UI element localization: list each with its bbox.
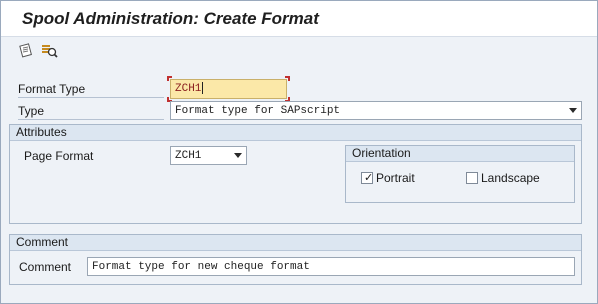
- portrait-checkbox[interactable]: ✓: [361, 172, 373, 184]
- other-object-icon[interactable]: [17, 42, 35, 60]
- page-format-value: ZCH1: [175, 150, 202, 162]
- title-bar: Spool Administration: Create Format: [1, 1, 597, 37]
- page-format-dropdown[interactable]: ZCH1: [170, 146, 247, 165]
- chevron-down-icon: [234, 153, 242, 158]
- attributes-group-header: Attributes: [10, 125, 581, 141]
- application-toolbar: [1, 37, 597, 69]
- text-cursor: [202, 82, 204, 95]
- focus-corner-tl: [167, 76, 172, 81]
- comment-group-header: Comment: [10, 235, 581, 251]
- format-type-label: Format Type: [18, 81, 164, 98]
- comment-group: Comment Comment Format type for new cheq…: [9, 234, 582, 285]
- chevron-down-icon: [569, 108, 577, 113]
- type-dropdown-value: Format type for SAPscript: [175, 105, 341, 117]
- landscape-checkbox[interactable]: [466, 172, 478, 184]
- attributes-group: Attributes Page Format ZCH1 Orientation …: [9, 124, 582, 224]
- checkmark-icon: ✓: [364, 172, 374, 184]
- format-type-input[interactable]: ZCH1: [170, 79, 287, 99]
- orientation-group-header: Orientation: [346, 146, 574, 162]
- portrait-label: Portrait: [376, 171, 415, 185]
- comment-label: Comment: [19, 260, 72, 274]
- orientation-group: Orientation ✓ Portrait Landscape: [345, 145, 575, 203]
- type-label: Type: [18, 103, 164, 120]
- comment-value: Format type for new cheque format: [92, 261, 310, 273]
- sap-window: Spool Administration: Create Format Form…: [0, 0, 598, 304]
- type-dropdown[interactable]: Format type for SAPscript: [170, 101, 582, 120]
- display-object-icon[interactable]: [41, 42, 59, 60]
- focus-corner-tr: [285, 76, 290, 81]
- format-type-value: ZCH1: [175, 83, 202, 95]
- landscape-label: Landscape: [481, 171, 540, 185]
- comment-input[interactable]: Format type for new cheque format: [87, 257, 575, 276]
- page-title: Spool Administration: Create Format: [22, 9, 319, 28]
- page-format-label: Page Format: [24, 149, 94, 163]
